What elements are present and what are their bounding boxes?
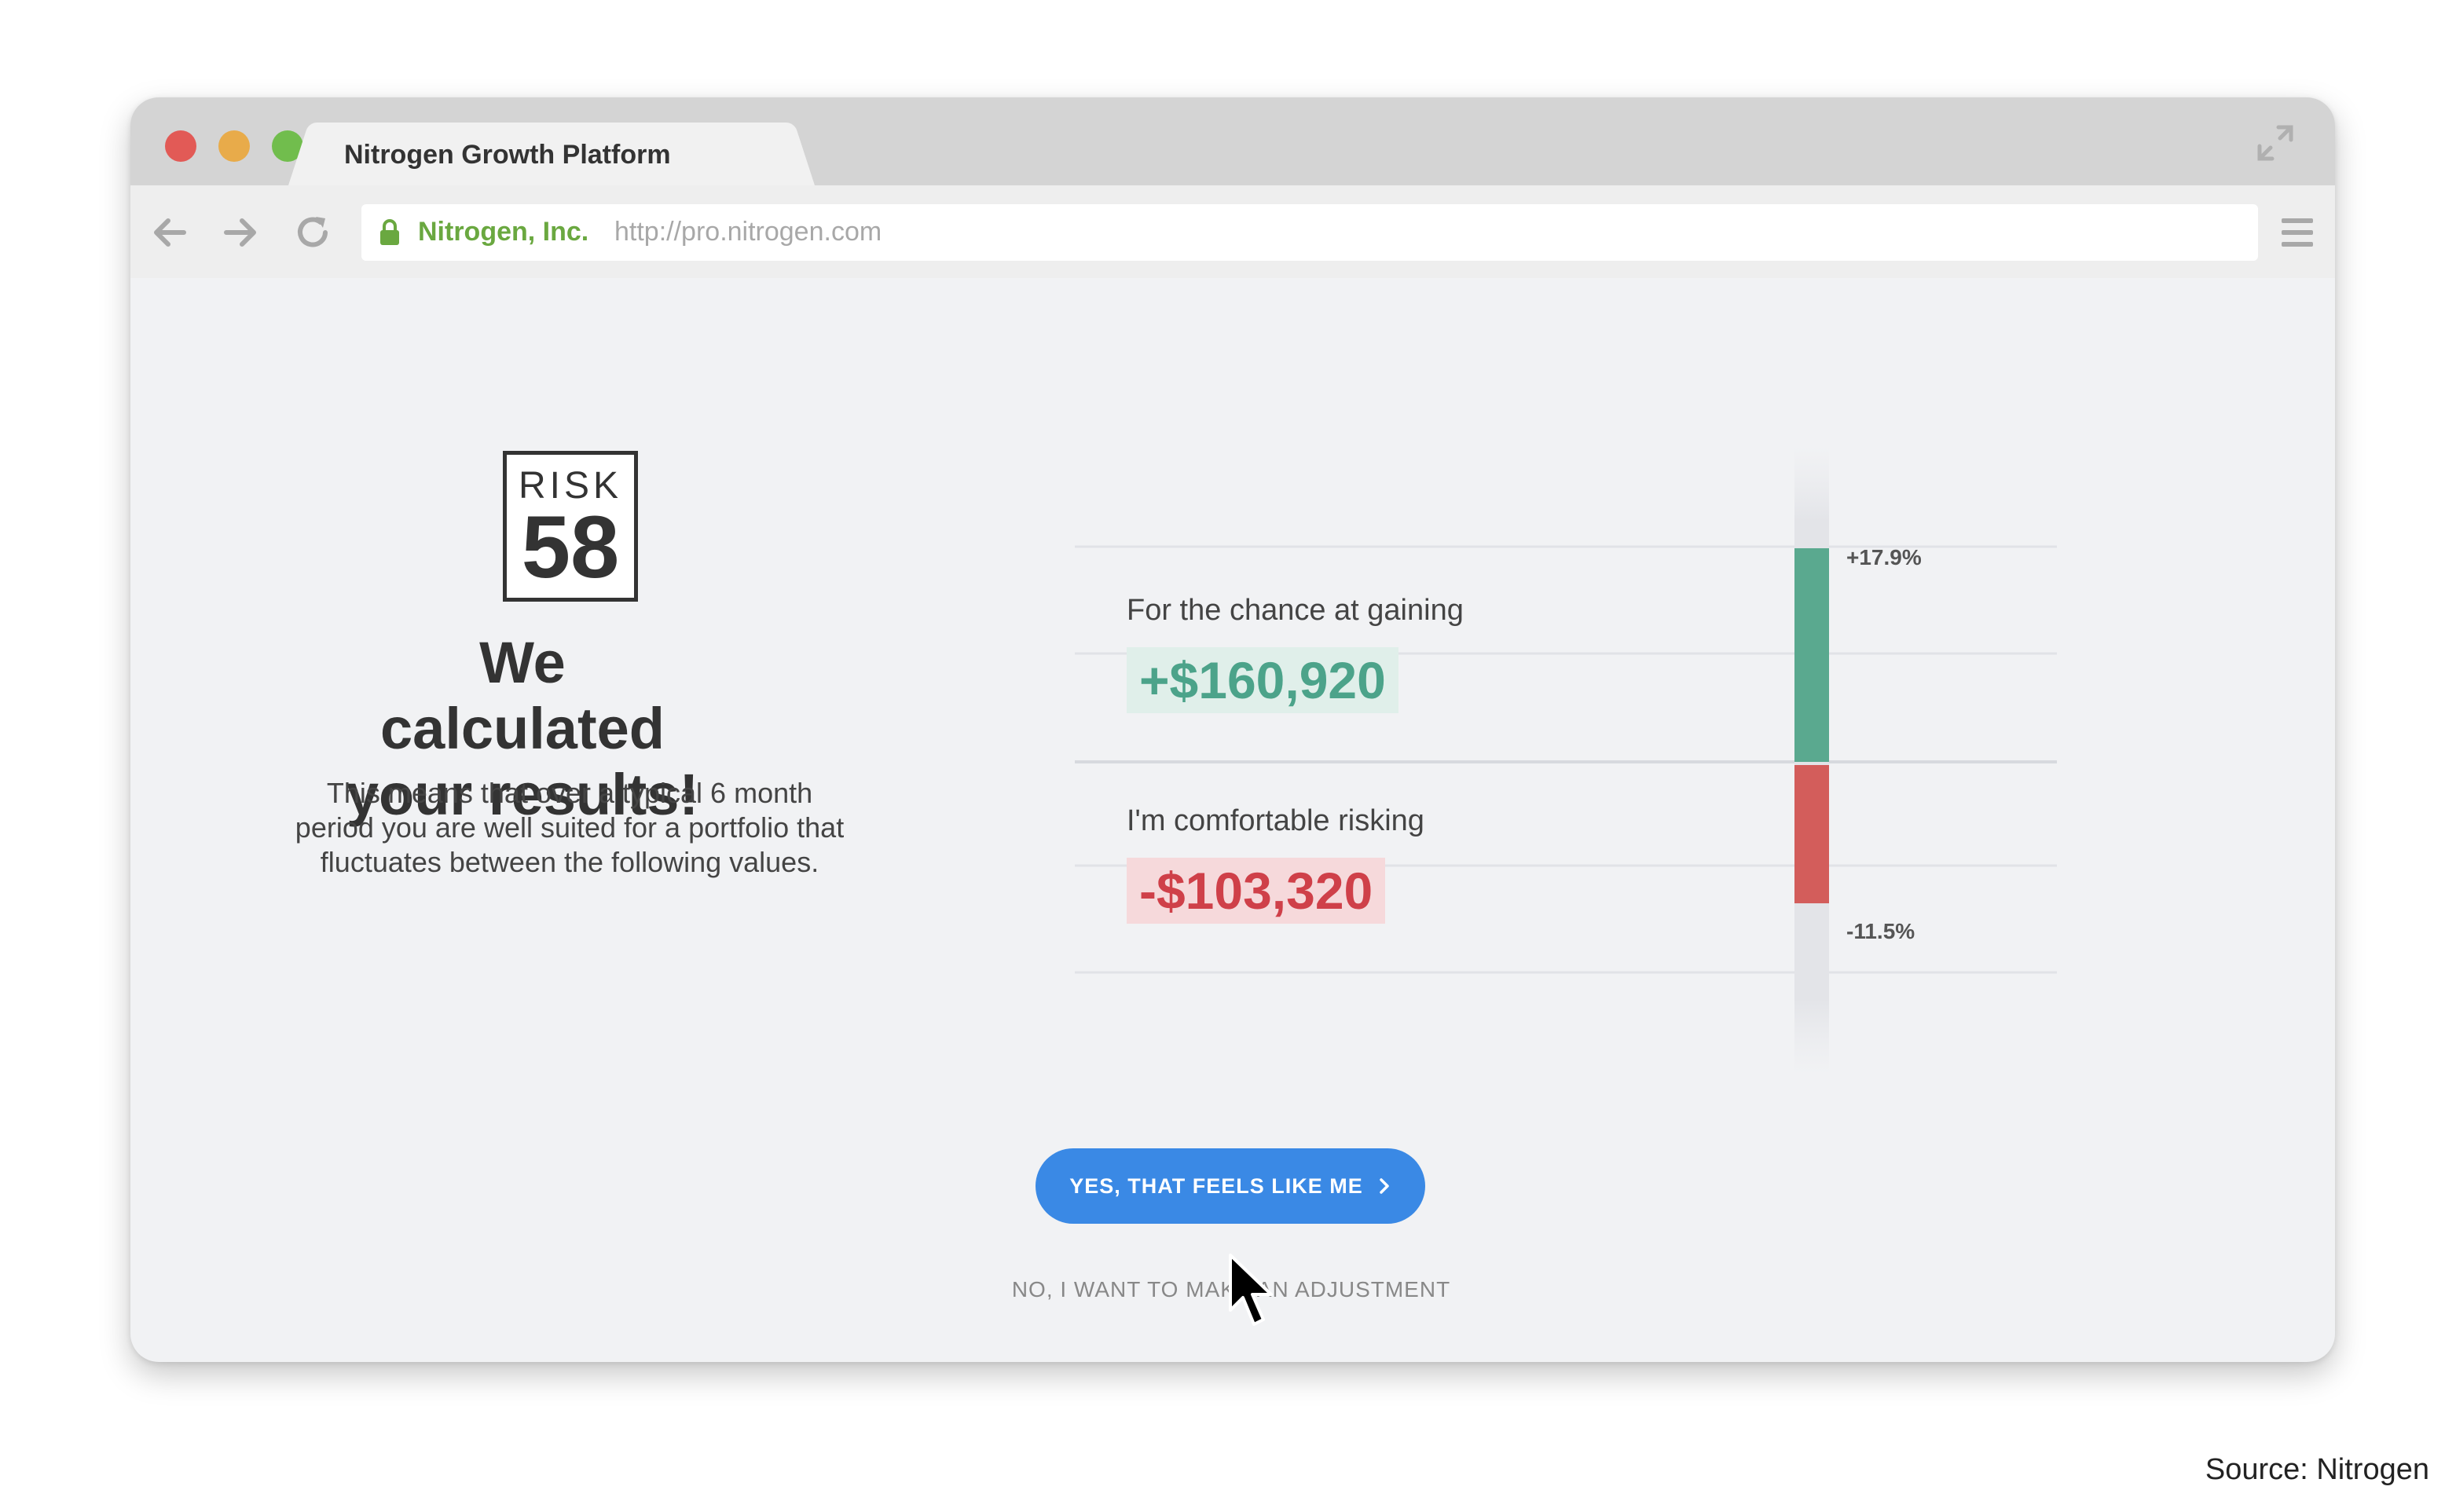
gain-label: For the chance at gaining [1127,594,1464,627]
results-description: This means that over a typical 6 month p… [295,777,845,878]
back-arrow-icon[interactable] [146,209,193,256]
title-bar: Nitrogen Growth Platform [130,97,2335,185]
hamburger-menu-icon[interactable] [2280,217,2315,248]
site-identity: Nitrogen, Inc. [418,217,589,247]
address-bar[interactable]: Nitrogen, Inc. http://pro.nitrogen.com [361,204,2258,261]
confirm-button[interactable]: YES, THAT FEELS LIKE ME [1036,1148,1425,1224]
tab-title: Nitrogen Growth Platform [344,140,671,170]
gain-value: +$160,920 [1127,647,1398,713]
confirm-button-label: YES, THAT FEELS LIKE ME [1069,1173,1363,1198]
forward-arrow-icon[interactable] [217,209,264,256]
reload-icon[interactable] [289,209,336,256]
navigation-bar: Nitrogen, Inc. http://pro.nitrogen.com [130,185,2335,278]
minimize-window-button[interactable] [218,130,250,162]
browser-tab[interactable]: Nitrogen Growth Platform [324,123,779,185]
close-window-button[interactable] [165,130,196,162]
loss-bar [1794,765,1829,904]
loss-value: -$103,320 [1127,858,1386,924]
risk-score-badge: RISK 58 [503,451,638,602]
loss-percent-label: -11.5% [1846,919,1915,943]
risk-score-value: 58 [521,498,620,596]
expand-icon[interactable] [2252,119,2299,167]
gain-percent-label: +17.9% [1846,545,1922,569]
range-chart-graphic [1075,446,2057,1075]
gain-bar [1794,548,1829,762]
mouse-cursor-icon [1229,1254,1273,1326]
loss-label: I'm comfortable risking [1127,804,1424,837]
source-credit: Source: Nitrogen [2205,1453,2429,1486]
lock-icon [380,219,399,245]
url-text[interactable]: http://pro.nitrogen.com [614,217,882,247]
range-chart: For the chance at gaining +$160,920 I'm … [943,352,2058,1098]
chevron-right-icon [1380,1178,1389,1194]
